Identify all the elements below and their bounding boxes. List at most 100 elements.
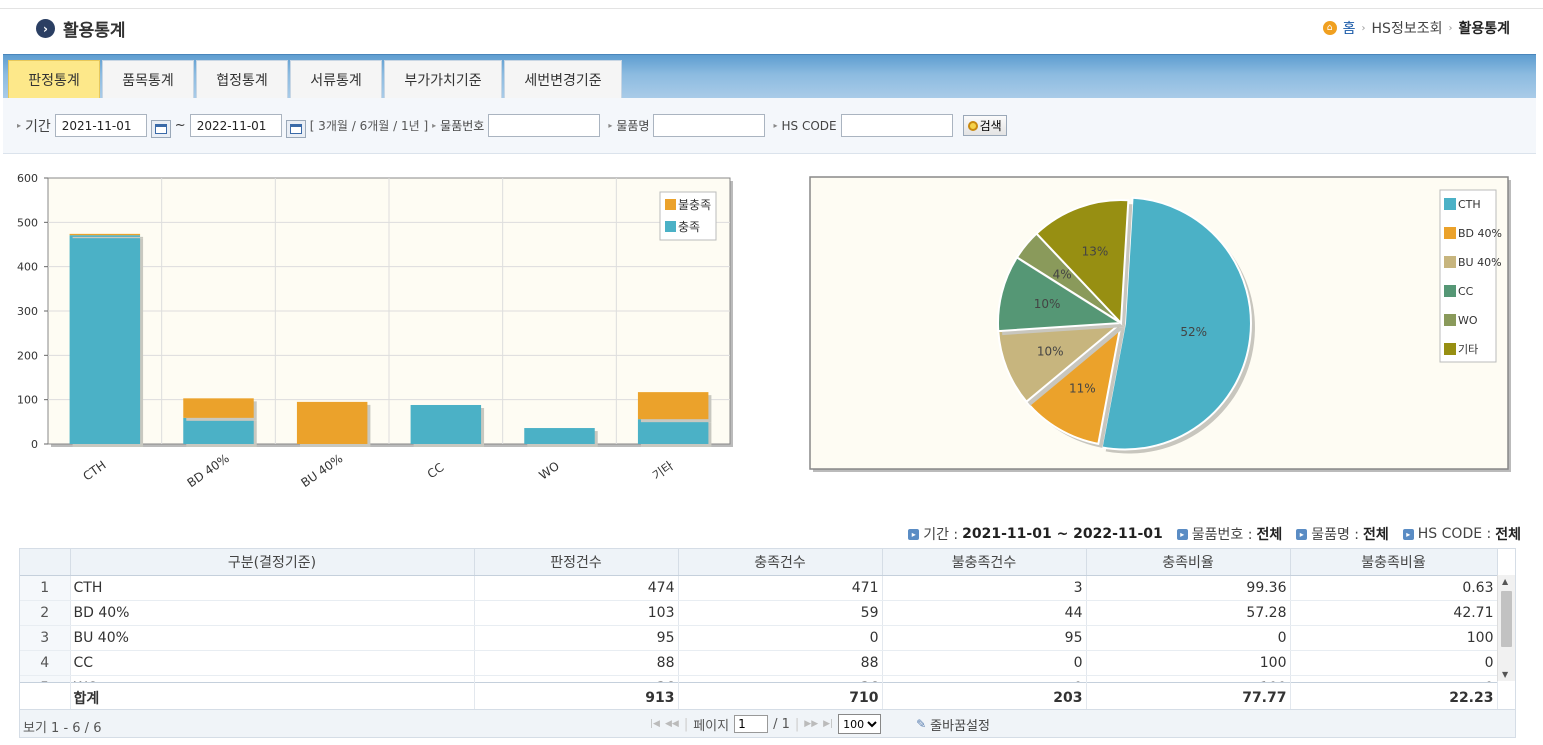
bar-shadow [72,236,144,239]
y-tick-label: 0 [31,438,38,451]
slice-label: 10% [1037,344,1064,358]
first-page-icon[interactable]: |◀ [650,719,660,729]
arrow-right-icon: ▸ [1402,528,1414,540]
scroll-up-icon[interactable]: ▲ [1502,577,1508,586]
tab-value-added-basis[interactable]: 부가가치기준 [384,60,502,99]
start-date-input[interactable] [54,114,147,137]
pie-chart: 52% 11% 10% 10% 4% 13% CTH BD 40% BU 40% CC WO 기타 [809,176,1511,472]
table-row[interactable]: 2 BD 40% 103 59 44 57.28 42.71 [20,600,1498,626]
column-header-satisfied-count[interactable]: 충족건수 [678,549,883,576]
summary-item-number-label: 물품번호 : [1191,527,1253,543]
cell-satisfied-count: 59 [678,600,883,626]
column-header-unsatisfied-count[interactable]: 불충족건수 [882,549,1087,576]
legend-label: WO [1458,314,1478,327]
scroll-thumb[interactable] [1501,591,1512,647]
cell-satisfied-count: 0 [678,625,883,651]
item-number-input[interactable] [488,114,601,137]
tab-document-stats[interactable]: 서류통계 [290,60,382,99]
legend-label: BU 40% [1458,256,1502,269]
bullet-icon: ▸ [608,121,613,130]
breadcrumb: ⌂ 홈 › HS정보조회 › 활용통계 [1322,18,1510,38]
breadcrumb-section[interactable]: HS정보조회 [1372,18,1443,38]
row-index: 1 [20,575,71,601]
tab-agreement-stats[interactable]: 협정통계 [196,60,288,99]
cell-satisfied-count: 471 [678,575,883,601]
summary-period-value: 2021-11-01 ~ 2022-11-01 [962,526,1163,542]
column-header-unsatisfied-ratio[interactable]: 불충족비율 [1290,549,1498,576]
x-tick-label: CTH [80,458,108,484]
legend-swatch [1444,314,1456,326]
stats-grid: 구분(결정기준) 판정건수 충족건수 불충족건수 충족비율 불충족비율 1 CTH… [19,548,1516,738]
date-range-tilde: ~ [174,118,186,133]
column-header-category[interactable]: 구분(결정기준) [70,549,475,576]
cell-category: CC [70,650,475,676]
x-tick-label: BU 40% [298,451,345,490]
last-page-icon[interactable]: ▶| [823,719,833,729]
cell-unsatisfied-count: 3 [882,575,1087,601]
rows-per-page-select[interactable]: 100 [838,714,882,734]
item-name-input[interactable] [653,114,766,137]
table-row[interactable]: 1 CTH 474 471 3 99.36 0.63 [20,575,1498,601]
cell-category: BD 40% [70,600,475,626]
tab-tariff-shift-basis[interactable]: 세번변경기준 [504,60,622,99]
item-name-label: ▸ 물품명 [608,119,650,133]
table-row[interactable]: 4 CC 88 88 0 100 0 [20,650,1498,676]
breadcrumb-home[interactable]: 홈 [1343,18,1356,38]
bar-unsatisfied [69,233,141,236]
slice-label: 4% [1053,268,1072,282]
bar-satisfied [410,404,482,444]
period-preset-links[interactable]: [ 3개월 / 6개월 / 1년 ] [310,117,428,134]
column-header-satisfied-ratio[interactable]: 충족비율 [1086,549,1291,576]
arrow-right-icon: ▸ [1296,528,1308,540]
period-label: ▸ 기간 [17,118,51,135]
hscode-input[interactable] [840,114,953,137]
breadcrumb-separator-icon: › [1361,22,1366,34]
bar-unsatisfied [637,392,709,420]
column-header-judgement-count[interactable]: 판정건수 [474,549,679,576]
legend-label: BD 40% [1458,227,1502,240]
bullet-icon: ▸ [432,121,437,130]
y-tick-label: 400 [17,261,38,274]
pager-view-count: 보기 1 - 6 / 6 [23,721,102,736]
tab-judgement-stats[interactable]: 판정통계 [8,60,100,99]
cell-unsatisfied-count: 0 [882,650,1087,676]
legend-label: CTH [1458,198,1481,211]
grid-scrollbar[interactable]: ▲ ▼ [1497,575,1515,681]
search-button[interactable]: 검색 [962,115,1007,136]
table-row[interactable]: 5WO363601000 [20,675,1498,682]
end-date-input[interactable] [189,114,282,137]
page-title-text: 활용통계 [63,21,126,41]
table-row[interactable]: 3 BU 40% 95 0 95 0 100 [20,625,1498,651]
page-number-input[interactable] [734,715,769,733]
cell-judgement-count: 36 [474,675,679,682]
cell-unsatisfied-ratio: 100 [1290,625,1498,651]
column-setting-button[interactable]: ✎ 줄바꿈설정 [916,715,990,734]
column-header-index [20,549,71,576]
calendar-icon[interactable] [285,119,306,138]
cell-judgement-count: 88 [474,650,679,676]
summary-hscode-value: 전체 [1495,527,1521,543]
next-page-icon[interactable]: ▶▶ [804,719,818,729]
y-tick-label: 600 [17,172,38,185]
legend-swatch [1444,256,1456,268]
slice-label: 52% [1180,325,1207,339]
prev-page-icon[interactable]: ◀◀ [665,719,679,729]
y-tick-label: 100 [17,394,38,407]
cell-satisfied-ratio: 100 [1086,675,1291,682]
x-tick-label: WO [536,459,561,483]
cell-unsatisfied-count: 0 [882,675,1087,682]
bar-unsatisfied [183,398,254,418]
home-icon[interactable]: ⌂ [1322,21,1337,35]
legend-swatch [665,221,676,232]
cell-unsatisfied-ratio: 42.71 [1290,600,1498,626]
hscode-label: ▸ HS CODE [773,118,837,133]
cell-category: WO [70,675,475,682]
breadcrumb-separator-icon: › [1448,22,1453,34]
cell-unsatisfied-ratio: 0 [1290,675,1498,682]
legend-label: CC [1458,285,1474,298]
calendar-icon[interactable] [150,119,171,138]
summary-item-name-value: 전체 [1363,527,1389,543]
tab-item-stats[interactable]: 품목통계 [102,60,194,99]
bullet-icon: ▸ [17,121,22,130]
scroll-down-icon[interactable]: ▼ [1502,670,1508,679]
